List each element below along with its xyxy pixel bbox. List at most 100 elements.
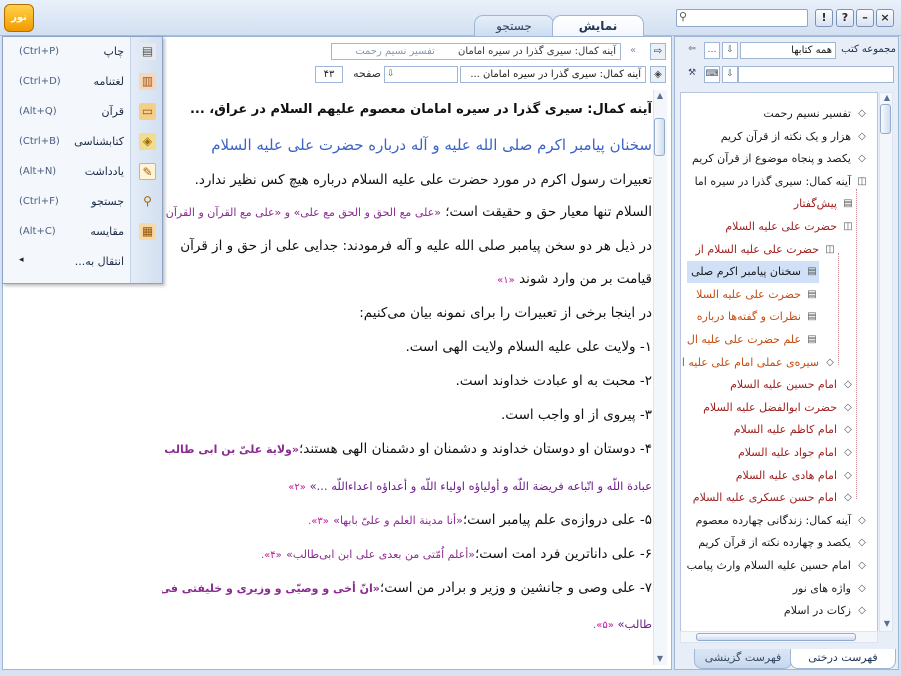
quran-icon: ▭ xyxy=(139,103,156,120)
scroll-up-icon[interactable]: ▲ xyxy=(653,90,667,102)
close-button[interactable]: × xyxy=(876,9,894,27)
tools-menu: (Ctrl+P) چاپ ▤ (Ctrl+D) لغتنامه ▥ (Alt+Q… xyxy=(2,36,163,284)
menu-item-quran[interactable]: (Alt+Q) قرآن ▭ xyxy=(3,97,164,127)
tree-node-label: امام حسین علیه السلام xyxy=(730,378,837,392)
panel-title: مجموعه کتب xyxy=(841,44,896,55)
tree-node[interactable]: ◇ سیره‌ی عملی امام علی علیه ا xyxy=(682,352,837,374)
tree-node[interactable]: ◇ هزار و یک نکته از قرآن کریم xyxy=(721,126,869,148)
nav-back-icon[interactable]: « xyxy=(623,43,643,60)
tree-node-label: سخنان پیامبر اکرم صلی xyxy=(691,265,801,279)
tree-node-label: حضرت علی علیه السلا xyxy=(696,287,801,301)
tree-node[interactable]: ◇ واژه های نور xyxy=(793,578,869,600)
tree-node-label: امام هادی علیه السلام xyxy=(735,468,837,482)
reader-text: آینه کمال: سیری گذرا در سیره امامان معصو… xyxy=(162,90,652,665)
tree-node[interactable]: ▤ علم حضرت علی علیه ال xyxy=(687,329,819,351)
nav-forward-icon[interactable]: ⇨ xyxy=(650,43,666,60)
menu-item-goto[interactable]: ◂ انتقال به... xyxy=(3,247,164,277)
tree-node[interactable]: ▤ سخنان پیامبر اکرم صلی xyxy=(687,261,819,284)
tree-connector xyxy=(856,189,857,499)
scroll-down-icon[interactable]: ▼ xyxy=(653,653,667,665)
tree-node-label: یکصد و چهارده نکته از قرآن کریم xyxy=(698,536,851,550)
tree-hscroll-thumb[interactable] xyxy=(696,633,856,641)
menu-label: کتابشناسی xyxy=(74,135,124,148)
tree-node[interactable]: ◇ امام کاظم علیه السلام xyxy=(734,419,855,441)
dropdown-arrow-icon[interactable]: ⇩ xyxy=(722,42,738,59)
footnote-ref[interactable]: «۲» xyxy=(288,482,306,493)
tree-node[interactable]: ◇ تفسیر نسیم رحمت xyxy=(763,103,869,125)
page-number-field[interactable]: ۴۳ xyxy=(315,66,343,83)
footnote-ref[interactable]: «۱» xyxy=(497,275,515,286)
tree-scrollbar[interactable] xyxy=(879,92,893,632)
tree-search-input[interactable] xyxy=(738,66,894,83)
dropdown-arrow-icon[interactable]: ⇩ xyxy=(387,67,399,81)
menu-label: چاپ xyxy=(103,45,124,58)
menu-label: قرآن xyxy=(101,105,124,118)
keyboard-icon[interactable]: ⌨ xyxy=(704,66,720,83)
location-select[interactable]: آینه کمال: سیری گذرا در سیره امامان ... xyxy=(460,66,646,83)
menu-item-bibliography[interactable]: (Ctrl+B) کتابشناسی ◈ xyxy=(3,127,164,157)
menu-label: مقایسه xyxy=(90,225,124,238)
menu-item-dictionary[interactable]: (Ctrl+D) لغتنامه ▥ xyxy=(3,67,164,97)
tree-node[interactable]: ▤ نظرات و گفته‌ها درباره xyxy=(697,306,819,328)
tree-node[interactable]: ◇ امام حسین علیه السلام xyxy=(730,374,855,396)
tree-node[interactable]: ◇ امام حسن عسکری علیه السلام xyxy=(693,487,855,509)
footnote-ref[interactable]: «۳». xyxy=(308,516,329,527)
tree-node[interactable]: ◇ حضرت ابوالفضل علیه السلام xyxy=(703,397,855,419)
tree-node[interactable]: ◇ امام جواد علیه السلام xyxy=(738,442,855,464)
tools-icon[interactable]: ⚒ xyxy=(684,66,700,83)
path-value: آینه کمال: سیری گذرا در سیره امامان xyxy=(458,46,616,57)
list-item: ۷- علی وصی و جانشین و وزیر و برادر من اس… xyxy=(162,580,652,596)
tree-node[interactable]: ◇ امام حسین علیه السلام وارث پیامب xyxy=(687,555,869,577)
help-button[interactable]: ? xyxy=(836,9,854,27)
tree-node-label: پیش‌گفتار xyxy=(793,197,837,211)
scroll-down-icon[interactable]: ▼ xyxy=(880,618,894,630)
tree-node[interactable]: ◇ زکات در اسلام xyxy=(784,600,869,622)
tab-search[interactable]: جستجو xyxy=(474,15,554,36)
tree-node[interactable]: ◇ یکصد و پنجاه موضوع از قرآن کریم xyxy=(692,148,869,170)
quote-text: «علی مع الحق و الحق مع علی» و «علی مع ال… xyxy=(162,206,441,219)
reader-scroll-thumb[interactable] xyxy=(654,118,665,156)
tab-display[interactable]: نمایش xyxy=(552,15,644,37)
tree-scroll-thumb[interactable] xyxy=(880,104,891,134)
menu-item-print[interactable]: (Ctrl+P) چاپ ▤ xyxy=(3,37,164,67)
tab-selective-index[interactable]: فهرست گزینشی xyxy=(694,649,792,669)
tree-node[interactable]: ◫ حضرت علی علیه السلام xyxy=(725,216,855,238)
tree-node[interactable]: ▤ پیش‌گفتار xyxy=(794,193,855,215)
book-icon: ◇ xyxy=(858,605,866,617)
global-search-input[interactable] xyxy=(676,9,808,27)
reader-scrollbar[interactable] xyxy=(653,90,667,665)
tree-node[interactable]: ▤ حضرت علی علیه السلا xyxy=(696,284,819,306)
tag-icon[interactable]: ◈ xyxy=(650,66,666,83)
tree-node[interactable]: ◇ یکصد و چهارده نکته از قرآن کریم xyxy=(698,532,869,554)
list-item: ۱- ولایت علی علیه السلام ولایت الهی است. xyxy=(405,339,652,355)
back-arrow-icon[interactable]: ⇦ xyxy=(684,42,700,59)
text-heading: آینه کمال: سیری گذرا در سیره امامان معصو… xyxy=(189,102,652,117)
book-icon: ◇ xyxy=(858,108,866,119)
menu-item-note[interactable]: (Alt+N) یادداشت ✎ xyxy=(3,157,164,187)
search-icon[interactable]: ⚲ xyxy=(679,10,693,24)
more-icon[interactable]: … xyxy=(704,42,720,59)
alert-button[interactable]: ! xyxy=(815,9,833,27)
paragraph: در ذیل هر دو سخن پیامبر صلی الله علیه و … xyxy=(180,238,652,254)
menu-label: جستجو xyxy=(91,195,124,208)
path-field[interactable]: آینه کمال: سیری گذرا در سیره امامان تفسی… xyxy=(331,43,621,60)
menu-item-search[interactable]: (Ctrl+F) جستجو ⚲ xyxy=(3,187,164,217)
list-item: ۴- دوستان او دوستان خداوند و دشمنان او د… xyxy=(162,441,652,457)
menu-shortcut: (Alt+Q) xyxy=(19,106,57,117)
menu-item-compare[interactable]: (Alt+C) مقایسه ▦ xyxy=(3,217,164,247)
dropdown-arrow-icon[interactable]: ⇩ xyxy=(722,66,738,83)
menu-label: یادداشت xyxy=(84,165,124,178)
minimize-button[interactable]: – xyxy=(856,9,874,27)
scroll-up-icon[interactable]: ▲ xyxy=(880,92,894,104)
book-collection-select[interactable]: همه کتابها xyxy=(740,42,836,59)
footnote-ref[interactable]: «۴». xyxy=(261,550,282,561)
footnote-ref[interactable]: «۵». xyxy=(593,620,614,631)
quote-text: عبادة اللّه و اتّباعه فریضة اللّه و أولی… xyxy=(288,479,652,493)
tree-node[interactable]: ◫ آینه کمال: سیری گذرا در سیره اما xyxy=(695,171,869,193)
tree-node[interactable]: ◇ امام هادی علیه السلام xyxy=(736,465,855,487)
tree-node[interactable]: ◇ آینه کمال: زندگانی چهارده معصوم xyxy=(696,510,869,532)
tree-node-label: سیره‌ی عملی امام علی علیه ا xyxy=(681,355,819,369)
app-logo-button[interactable]: نور xyxy=(4,4,34,32)
tab-tree-index[interactable]: فهرست درختی xyxy=(790,649,896,669)
tree-node[interactable]: ◫ حضرت علی علیه السلام از xyxy=(695,239,837,261)
